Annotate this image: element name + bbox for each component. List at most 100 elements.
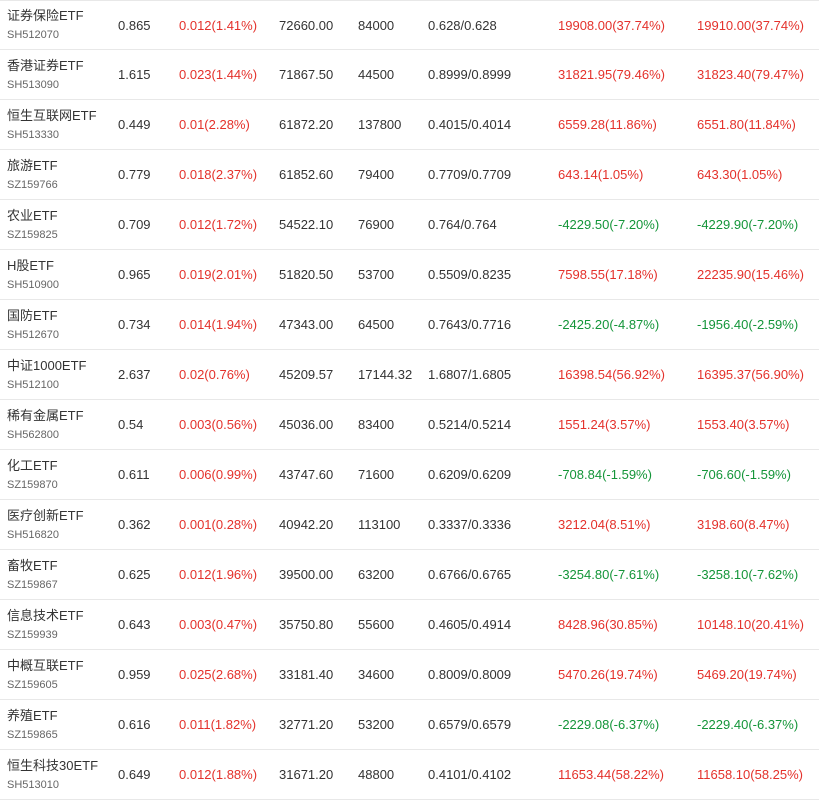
price-cell: 0.616 (118, 717, 151, 732)
fund-name-cell[interactable]: 养殖ETF SZ159865 (7, 700, 112, 749)
fund-name-cell[interactable]: 国防ETF SH512670 (7, 300, 112, 349)
table-row[interactable]: 恒生科技30ETF SH513010 0.649 0.012(1.88%) 31… (0, 750, 819, 800)
cost-price-cell: 0.3337/0.3336 (428, 517, 512, 532)
table-row[interactable]: 农业ETF SZ159825 0.709 0.012(1.72%) 54522.… (0, 200, 819, 250)
table-row[interactable]: 证券保险ETF SH512070 0.865 0.012(1.41%) 7266… (0, 0, 819, 50)
fund-code: SZ159939 (7, 628, 58, 641)
price-cell: 0.865 (118, 17, 151, 33)
fund-name[interactable]: 畜牧ETF (7, 557, 58, 575)
fund-name-cell[interactable]: 化工ETF SZ159870 (7, 450, 112, 499)
fund-code: SH510900 (7, 278, 59, 291)
fund-code: SH562800 (7, 428, 59, 441)
total-profit-loss-cell: -1956.40(-2.59%) (697, 317, 799, 332)
market-value-cell: 61872.20 (279, 117, 334, 132)
fund-name-cell[interactable]: 香港证券ETF SH513090 (7, 50, 112, 99)
fund-code: SH512670 (7, 328, 59, 341)
cost-price-cell: 0.4605/0.4914 (428, 617, 512, 632)
fund-name-cell[interactable]: 畜牧ETF SZ159867 (7, 550, 112, 599)
change-cell: 0.012(1.41%) (179, 17, 258, 33)
profit-loss-cell: 8428.96(30.85%) (558, 617, 658, 632)
fund-name-cell[interactable]: 中证1000ETF SH512100 (7, 350, 112, 399)
profit-loss-cell: -2229.08(-6.37%) (558, 717, 660, 732)
price-cell: 0.649 (118, 767, 151, 782)
fund-name[interactable]: 农业ETF (7, 207, 58, 225)
table-row[interactable]: 医疗创新ETF SH516820 0.362 0.001(0.28%) 4094… (0, 500, 819, 550)
fund-name[interactable]: 稀有金属ETF (7, 407, 84, 425)
fund-name[interactable]: 国防ETF (7, 307, 58, 325)
price-cell: 0.734 (118, 317, 151, 332)
total-profit-loss-cell: -2229.40(-6.37%) (697, 717, 799, 732)
cost-price-cell: 0.6579/0.6579 (428, 717, 512, 732)
table-row[interactable]: 信息技术ETF SZ159939 0.643 0.003(0.47%) 3575… (0, 600, 819, 650)
shares-cell: 63200 (358, 567, 395, 582)
table-row[interactable]: 国防ETF SH512670 0.734 0.014(1.94%) 47343.… (0, 300, 819, 350)
fund-name[interactable]: 证券保险ETF (7, 7, 84, 25)
fund-name-cell[interactable]: 恒生互联网ETF SH513330 (7, 100, 112, 149)
fund-name-cell[interactable]: 医疗创新ETF SH516820 (7, 500, 112, 549)
profit-loss-cell: 6559.28(11.86%) (558, 117, 657, 132)
cost-price-cell: 0.7643/0.7716 (428, 317, 512, 332)
table-row[interactable]: 中概互联ETF SZ159605 0.959 0.025(2.68%) 3318… (0, 650, 819, 700)
shares-cell: 76900 (358, 217, 395, 232)
shares-cell: 113100 (358, 517, 401, 532)
cost-price-cell: 0.6209/0.6209 (428, 467, 512, 482)
fund-code: SH516820 (7, 528, 59, 541)
table-row[interactable]: 恒生互联网ETF SH513330 0.449 0.01(2.28%) 6187… (0, 100, 819, 150)
cost-price-cell: 0.5214/0.5214 (428, 417, 512, 432)
table-row[interactable]: 香港证券ETF SH513090 1.615 0.023(1.44%) 7186… (0, 50, 819, 100)
fund-code: SZ159825 (7, 228, 58, 241)
table-row[interactable]: 养殖ETF SZ159865 0.616 0.011(1.82%) 32771.… (0, 700, 819, 750)
fund-name[interactable]: 恒生科技30ETF (7, 757, 98, 775)
table-row[interactable]: 畜牧ETF SZ159867 0.625 0.012(1.96%) 39500.… (0, 550, 819, 600)
fund-name-cell[interactable]: 旅游ETF SZ159766 (7, 150, 112, 199)
fund-name[interactable]: 旅游ETF (7, 157, 58, 175)
fund-name-cell[interactable]: 稀有金属ETF SH562800 (7, 400, 112, 449)
shares-cell: 55600 (358, 617, 395, 632)
total-profit-loss-cell: 11658.10(58.25%) (697, 767, 804, 782)
table-row[interactable]: 稀有金属ETF SH562800 0.54 0.003(0.56%) 45036… (0, 400, 819, 450)
change-cell: 0.018(2.37%) (179, 167, 258, 182)
cost-price-cell: 0.628/0.628 (428, 17, 497, 33)
fund-name[interactable]: 养殖ETF (7, 707, 58, 725)
profit-loss-cell: 3212.04(8.51%) (558, 517, 651, 532)
total-profit-loss-cell: 19910.00(37.74%) (697, 17, 804, 33)
total-profit-loss-cell: 16395.37(56.90%) (697, 367, 804, 382)
fund-name-cell[interactable]: 恒生科技30ETF SH513010 (7, 750, 112, 799)
shares-cell: 17144.32 (358, 367, 413, 382)
market-value-cell: 32771.20 (279, 717, 334, 732)
table-row[interactable]: 化工ETF SZ159870 0.611 0.006(0.99%) 43747.… (0, 450, 819, 500)
profit-loss-cell: 31821.95(79.46%) (558, 67, 665, 82)
fund-name[interactable]: 医疗创新ETF (7, 507, 84, 525)
fund-name-cell[interactable]: 信息技术ETF SZ159939 (7, 600, 112, 649)
shares-cell: 53700 (358, 267, 395, 282)
table-row[interactable]: 旅游ETF SZ159766 0.779 0.018(2.37%) 61852.… (0, 150, 819, 200)
total-profit-loss-cell: 3198.60(8.47%) (697, 517, 790, 532)
fund-code: SH513330 (7, 128, 59, 141)
fund-name-cell[interactable]: 中概互联ETF SZ159605 (7, 650, 112, 699)
table-row[interactable]: 中证1000ETF SH512100 2.637 0.02(0.76%) 452… (0, 350, 819, 400)
market-value-cell: 31671.20 (279, 767, 334, 782)
fund-name-cell[interactable]: 证券保险ETF SH512070 (7, 1, 112, 49)
price-cell: 0.611 (118, 467, 150, 482)
fund-name[interactable]: 香港证券ETF (7, 57, 84, 75)
shares-cell: 83400 (358, 417, 395, 432)
change-cell: 0.023(1.44%) (179, 67, 258, 82)
fund-name[interactable]: 恒生互联网ETF (7, 107, 97, 125)
fund-name-cell[interactable]: H股ETF SH510900 (7, 250, 112, 299)
profit-loss-cell: 5470.26(19.74%) (558, 667, 658, 682)
shares-cell: 44500 (358, 67, 395, 82)
price-cell: 0.643 (118, 617, 151, 632)
fund-name[interactable]: 中证1000ETF (7, 357, 86, 375)
fund-name[interactable]: H股ETF (7, 257, 54, 275)
profit-loss-cell: 1551.24(3.57%) (558, 417, 651, 432)
total-profit-loss-cell: 10148.10(20.41%) (697, 617, 804, 632)
fund-code: SZ159865 (7, 728, 58, 741)
fund-name-cell[interactable]: 农业ETF SZ159825 (7, 200, 112, 249)
change-cell: 0.011(1.82%) (179, 717, 257, 732)
table-row[interactable]: H股ETF SH510900 0.965 0.019(2.01%) 51820.… (0, 250, 819, 300)
fund-name[interactable]: 中概互联ETF (7, 657, 84, 675)
fund-name[interactable]: 化工ETF (7, 457, 58, 475)
market-value-cell: 45036.00 (279, 417, 334, 432)
profit-loss-cell: 19908.00(37.74%) (558, 17, 665, 33)
fund-name[interactable]: 信息技术ETF (7, 607, 84, 625)
